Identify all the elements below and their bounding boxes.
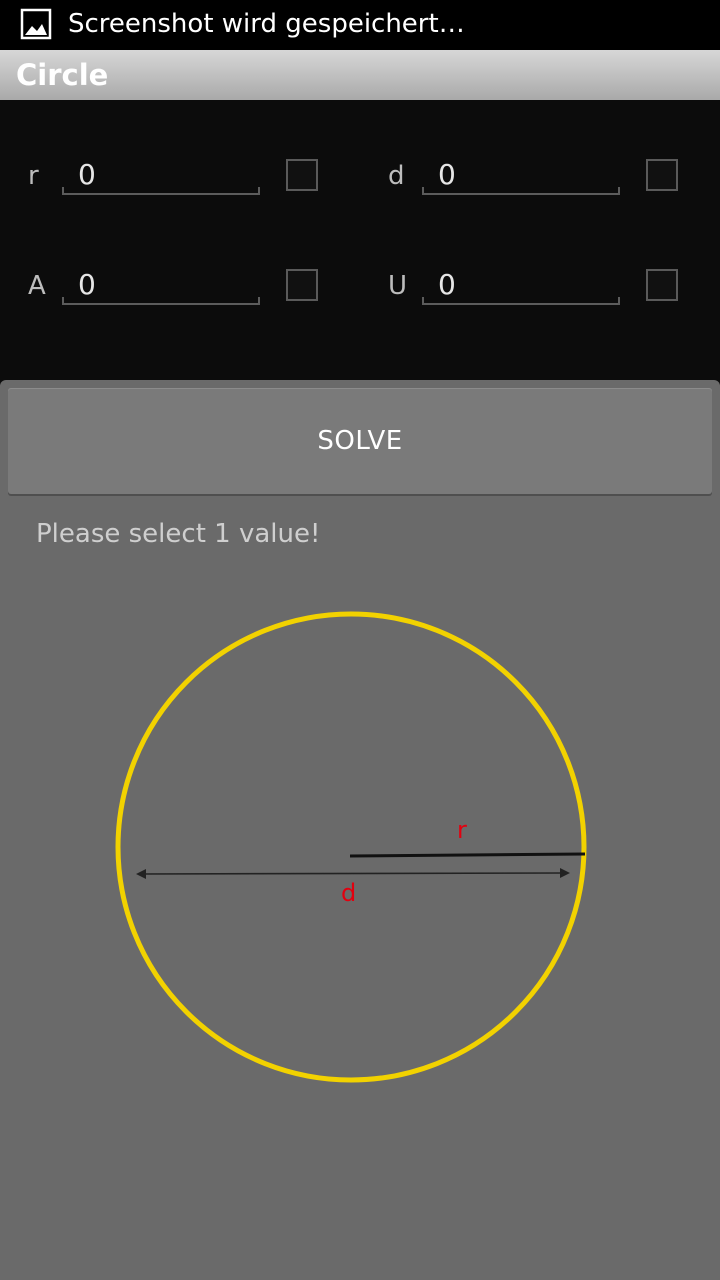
input-wrapper-u[interactable]: 0	[422, 265, 622, 325]
result-panel: SOLVE Please select 1 value! r d	[0, 380, 720, 1280]
input-wrapper-a[interactable]: 0	[62, 265, 262, 325]
field-label-u: U	[388, 271, 408, 301]
checkbox-d[interactable]	[646, 159, 678, 191]
diameter-arrow-left	[136, 869, 146, 879]
status-notification-text: Screenshot wird gespeichert…	[68, 9, 465, 39]
circle-outline	[115, 611, 587, 1083]
status-bar: Screenshot wird gespeichert…	[0, 0, 720, 50]
circle-diagram	[110, 605, 600, 1095]
image-icon	[20, 8, 52, 40]
checkbox-r[interactable]	[286, 159, 318, 191]
diameter-line	[139, 872, 567, 875]
input-field-u[interactable]: 0	[422, 265, 620, 305]
title-bar: Circle	[0, 50, 720, 100]
diameter-label: d	[341, 879, 357, 907]
input-wrapper-r[interactable]: 0	[62, 155, 262, 215]
field-label-r: r	[28, 161, 39, 191]
field-label-a: A	[28, 271, 46, 301]
radius-label: r	[457, 816, 467, 844]
input-field-d[interactable]: 0	[422, 155, 620, 195]
radius-line	[349, 852, 586, 858]
hint-text: Please select 1 value!	[36, 519, 321, 549]
input-field-r[interactable]: 0	[62, 155, 260, 195]
input-field-a[interactable]: 0	[62, 265, 260, 305]
solve-button[interactable]: SOLVE	[8, 388, 712, 494]
field-label-d: d	[388, 161, 405, 191]
circle-diagram-graphic	[115, 611, 587, 1083]
checkbox-u[interactable]	[646, 269, 678, 301]
input-wrapper-d[interactable]: 0	[422, 155, 622, 215]
checkbox-a[interactable]	[286, 269, 318, 301]
page-title: Circle	[16, 58, 109, 92]
diameter-arrow-right	[560, 868, 570, 878]
